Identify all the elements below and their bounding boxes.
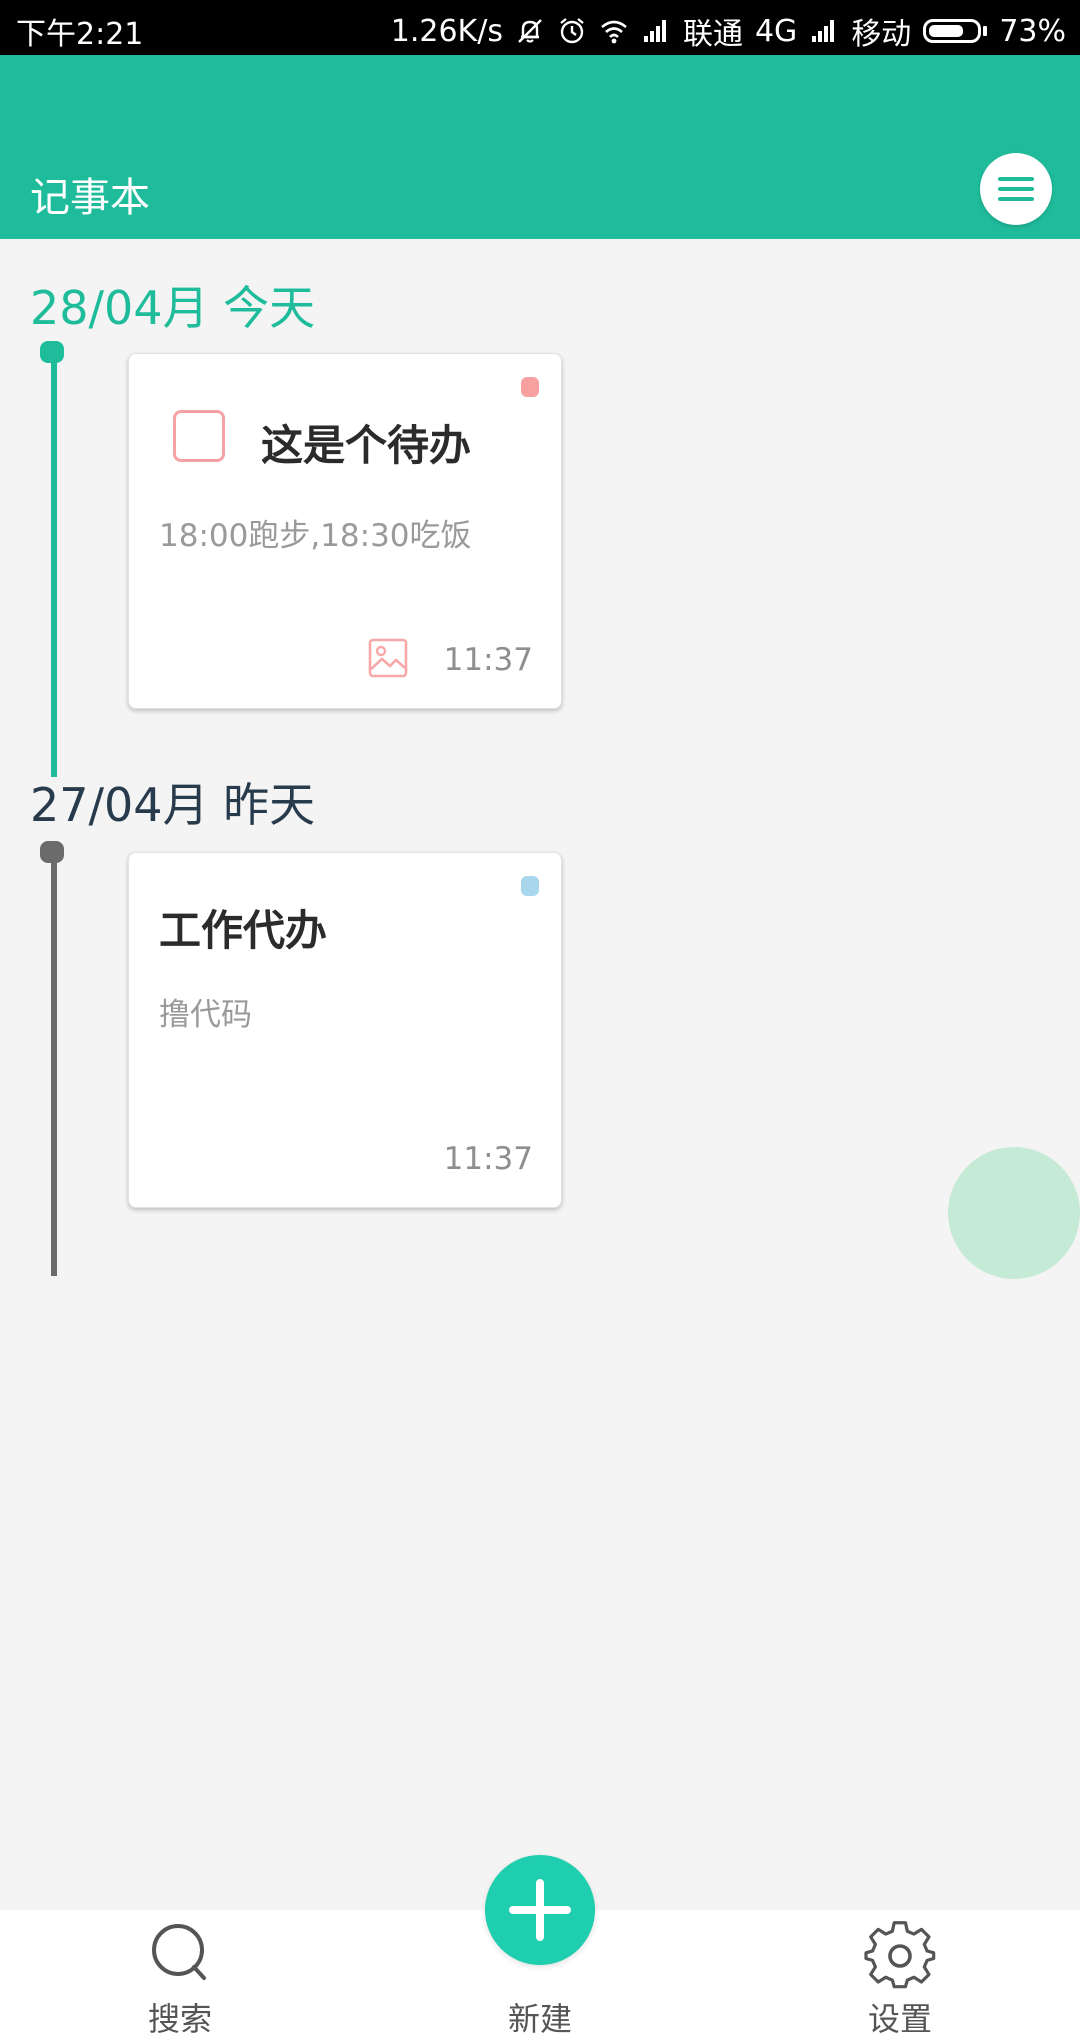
network-type: 4G	[754, 13, 798, 49]
carrier-1: 联通	[682, 17, 743, 52]
status-right-group: 1.26K/s 联通 4G 移动 73%	[391, 9, 1066, 53]
carrier-2: 移动	[851, 17, 912, 52]
menu-button[interactable]	[980, 153, 1052, 225]
mute-icon	[518, 19, 542, 43]
note-title: 工作代办	[159, 906, 328, 955]
note-content: 撸代码	[159, 997, 252, 1033]
floating-ball[interactable]	[948, 1147, 1080, 1279]
net-speed: 1.26K/s	[390, 13, 503, 49]
battery-icon	[923, 19, 988, 43]
battery-fill	[929, 25, 963, 37]
note-card-todo[interactable]: 这是个待办 18:00跑步,18:30吃饭 11:37	[128, 353, 562, 709]
image-icon	[368, 638, 408, 678]
nav-search[interactable]: 搜索	[100, 1910, 260, 2040]
search-icon	[152, 1924, 206, 1980]
plus-icon	[509, 1879, 571, 1941]
gear-icon	[864, 1921, 936, 1989]
nav-settings-label: 设置	[867, 2000, 932, 2038]
color-tag	[521, 377, 539, 397]
app-title: 记事本	[30, 175, 150, 221]
note-content: 18:00跑步,18:30吃饭	[159, 518, 472, 554]
nav-new-label: 新建	[507, 2000, 572, 2038]
note-time: 11:37	[443, 642, 533, 678]
wifi-icon	[601, 20, 627, 44]
note-card[interactable]: 工作代办 撸代码 11:37	[128, 852, 562, 1208]
nav-settings[interactable]: 设置	[820, 1910, 980, 2040]
status-time: 下午2:21	[16, 17, 144, 52]
timeline-line	[51, 852, 57, 1276]
signal-icon	[812, 20, 835, 42]
note-title: 这是个待办	[261, 421, 472, 470]
battery-percent: 73%	[999, 13, 1066, 49]
date-header-yesterday: 27/04月 昨天	[30, 778, 316, 832]
date-header-today: 28/04月 今天	[30, 281, 316, 335]
notepad-screen: 下午2:21 1.26K/s 联通 4G 移动 73% 记事本 28/04月 今…	[0, 0, 1080, 2040]
app-bar: 记事本	[0, 55, 1080, 239]
nav-search-label: 搜索	[147, 2000, 212, 2038]
timeline-line	[51, 352, 57, 777]
todo-checkbox[interactable]	[173, 410, 225, 462]
alarm-icon	[560, 18, 584, 44]
status-bar: 下午2:21 1.26K/s 联通 4G 移动 73%	[0, 0, 1080, 55]
menu-icon	[998, 177, 1034, 201]
color-tag	[521, 876, 539, 896]
new-note-button[interactable]	[485, 1855, 595, 1965]
note-time: 11:37	[443, 1141, 533, 1177]
signal-icon	[643, 20, 666, 42]
